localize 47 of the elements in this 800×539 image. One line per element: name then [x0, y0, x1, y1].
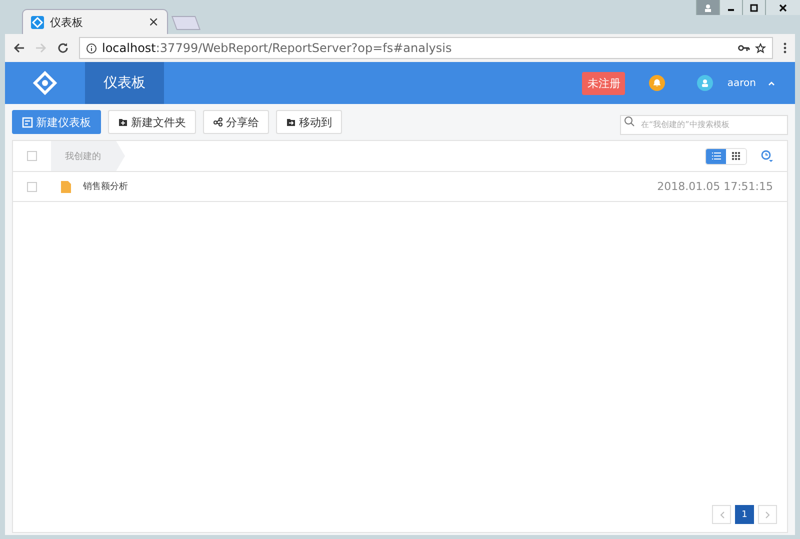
modified-time: 2018.01.05 17:51:15: [657, 180, 773, 193]
info-icon: [86, 42, 97, 54]
status-badge: 未注册: [582, 72, 626, 94]
file-name[interactable]: 销售额分析: [83, 180, 128, 193]
tab-title: 仪表板: [50, 14, 83, 30]
key-icon[interactable]: [738, 44, 750, 52]
folder-arrow-icon: [286, 117, 296, 127]
minimize-button[interactable]: [719, 0, 742, 15]
close-icon: [779, 4, 787, 12]
caret-icon[interactable]: [768, 80, 775, 86]
toolbar-button[interactable]: 分享给: [203, 110, 269, 134]
chevron-left-icon: [718, 510, 724, 518]
view-toggle[interactable]: [706, 148, 726, 164]
row-checkbox[interactable]: [27, 182, 37, 192]
browser-tab[interactable]: 仪表板 ×: [22, 9, 168, 34]
reload-icon[interactable]: [57, 42, 69, 54]
address-bar[interactable]: localhost:37799/WebReport/ReportServer?op=fs#analysis: [79, 37, 773, 59]
clock-sort-icon[interactable]: [761, 150, 773, 162]
close-window-button[interactable]: [765, 0, 800, 15]
edit-icon: [22, 116, 33, 128]
menu-icon[interactable]: [783, 42, 787, 54]
toolbar-button[interactable]: 移动到: [276, 110, 342, 134]
maximize-button[interactable]: [742, 0, 765, 15]
page-button[interactable]: 1: [735, 505, 754, 524]
bell-icon[interactable]: [649, 75, 666, 91]
close-tab-button[interactable]: ×: [148, 14, 159, 30]
list-icon: [712, 152, 720, 160]
file-icon: [61, 180, 71, 192]
nav-tab[interactable]: 仪表板: [85, 62, 164, 104]
back-icon[interactable]: [13, 42, 25, 54]
app-logo-icon: [31, 16, 44, 28]
user-name[interactable]: aaron: [727, 78, 756, 88]
search-icon: [624, 116, 635, 127]
folder-plus-icon: [118, 117, 128, 127]
grid-icon: [732, 152, 740, 160]
select-all-checkbox[interactable]: [27, 151, 37, 161]
logo-icon[interactable]: [33, 71, 57, 95]
user-avatar[interactable]: [697, 75, 714, 91]
person-icon: [704, 4, 712, 12]
chevron-right-icon: [764, 510, 770, 518]
toolbar-button[interactable]: 新建仪表板: [12, 110, 101, 134]
toolbar-button[interactable]: 新建文件夹: [108, 110, 196, 134]
search-field[interactable]: 在“我创建的”中搜索模板: [620, 114, 788, 134]
share-icon: [213, 117, 223, 127]
maximize-icon: [750, 4, 758, 12]
url-text: localhost:37799/WebReport/ReportServer?op=fs#analysis: [102, 41, 452, 55]
star-icon[interactable]: [755, 42, 766, 54]
